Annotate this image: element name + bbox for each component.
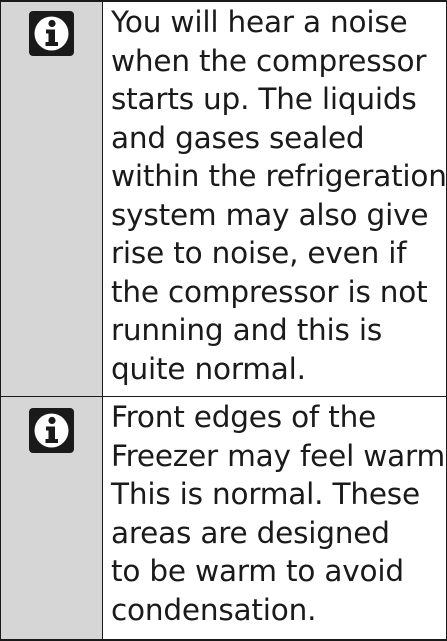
note-row: Front edges of the Freezer may feel warm… bbox=[0, 397, 447, 641]
note-line: when the compressor bbox=[111, 43, 427, 78]
note-line: within the refrigeration bbox=[111, 159, 447, 193]
note-line: You will hear a noise bbox=[111, 5, 408, 39]
note-line: quite normal. bbox=[111, 351, 306, 386]
note-line: condensation. bbox=[111, 592, 317, 627]
notes-table: You will hear a noise when the compresso… bbox=[0, 0, 447, 641]
note-line: This is normal. These bbox=[111, 477, 420, 511]
note-line: running and this is bbox=[111, 313, 383, 347]
icon-cell bbox=[0, 2, 103, 396]
note-text: Front edges of the Freezer may feel warm… bbox=[103, 397, 447, 639]
note-line: the compressor is not bbox=[111, 274, 428, 309]
note-line: to be warm to avoid bbox=[111, 554, 404, 588]
note-line: and gases sealed bbox=[111, 120, 365, 155]
note-line: Freezer may feel warm. bbox=[111, 438, 447, 473]
note-line: system may also give bbox=[111, 197, 429, 232]
note-line: starts up. The liquids bbox=[111, 82, 417, 116]
note-row: You will hear a noise when the compresso… bbox=[0, 0, 447, 397]
info-icon bbox=[29, 408, 74, 453]
note-line: areas are designed bbox=[111, 515, 390, 550]
note-text: You will hear a noise when the compresso… bbox=[103, 2, 447, 396]
info-icon bbox=[29, 11, 74, 56]
note-line: rise to noise, even if bbox=[111, 236, 407, 270]
icon-cell bbox=[0, 397, 103, 639]
note-line: Front edges of the bbox=[111, 400, 377, 434]
